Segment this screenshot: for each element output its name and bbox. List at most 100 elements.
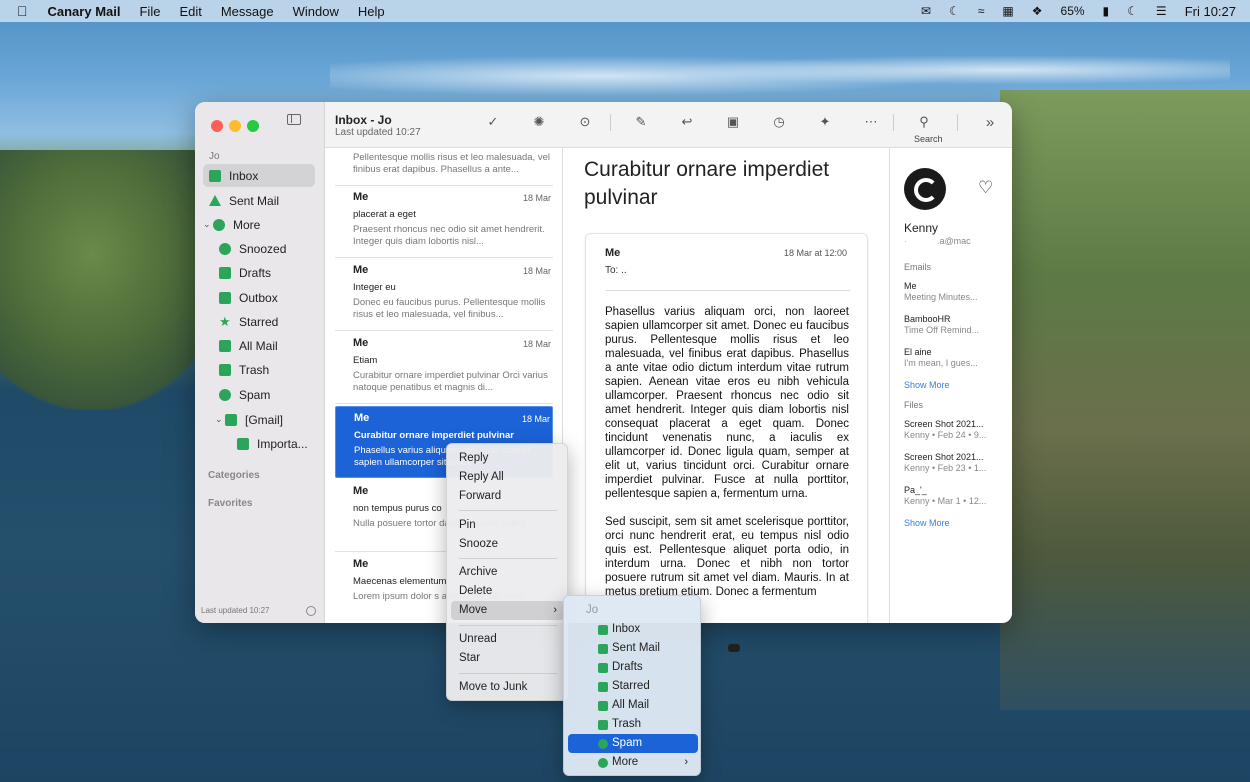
list-item[interactable]: Me 18 Mar Integer eu Donec eu faucibus p… — [335, 259, 553, 331]
menu-item-snooze[interactable]: Snooze — [451, 535, 565, 554]
files-label: Files — [904, 400, 924, 410]
apple-menu-icon[interactable]:  — [17, 3, 28, 19]
heart-icon[interactable]: ♡ — [978, 178, 993, 198]
menu-item-archive[interactable]: Archive — [451, 563, 565, 582]
show-more-files-link[interactable]: Show More — [904, 518, 950, 528]
submenu-item-inbox[interactable]: Inbox — [568, 620, 698, 639]
contact-file-item[interactable]: Pa_'_ Kenny • Mar 1 • 12... — [904, 485, 1004, 507]
menu-item-move[interactable]: Move › — [451, 601, 565, 620]
search-icon[interactable]: ⚲ — [916, 114, 932, 130]
dropbox-icon[interactable]: ❖ — [1032, 4, 1043, 18]
menu-help[interactable]: Help — [358, 4, 385, 19]
sidebar-item-spam[interactable]: Spam — [219, 383, 315, 406]
reply-icon[interactable]: ↩ — [679, 114, 695, 130]
menu-edit[interactable]: Edit — [179, 4, 201, 19]
menu-item-star[interactable]: Star — [451, 649, 565, 668]
file-name: Screen Shot 2021... — [904, 419, 984, 429]
submenu-item-trash[interactable]: Trash — [568, 715, 698, 734]
wallpaper-boat — [728, 644, 740, 652]
contact-email-item[interactable]: El aine I'm mean, I gues... — [904, 347, 1004, 369]
sidebar-item-sent[interactable]: Sent Mail — [203, 189, 315, 212]
menu-item-forward[interactable]: Forward — [451, 487, 565, 506]
menu-item-delete[interactable]: Delete — [451, 582, 565, 601]
sidebar-item-allmail[interactable]: All Mail — [219, 334, 315, 357]
show-more-emails-link[interactable]: Show More — [904, 380, 950, 390]
sidebar-toggle-icon[interactable] — [287, 114, 301, 125]
menu-separator — [459, 673, 557, 674]
menu-item-move-to-junk[interactable]: Move to Junk — [451, 678, 565, 697]
menu-window[interactable]: Window — [293, 4, 339, 19]
sidebar-item-inbox[interactable]: Inbox — [203, 164, 315, 187]
chevron-down-icon[interactable]: ⌄ — [215, 414, 225, 425]
list-item[interactable]: Pellentesque mollis risus et leo malesua… — [335, 148, 553, 186]
folder-icon — [225, 413, 237, 426]
sidebar-item-drafts[interactable]: Drafts — [219, 261, 315, 284]
sidebar-item-important[interactable]: Importa... — [237, 432, 315, 455]
section-categories[interactable]: Categories — [208, 470, 260, 481]
control-center-icon[interactable]: ☰ — [1156, 4, 1167, 18]
checkmark-icon[interactable]: ✓ — [485, 114, 501, 130]
clock[interactable]: Fri 10:27 — [1185, 4, 1236, 19]
archive-icon[interactable]: ▣ — [725, 114, 741, 130]
expand-chevrons-icon[interactable]: » — [982, 114, 998, 131]
contact-email-item[interactable]: BambooHR Time Off Remind... — [904, 314, 1004, 336]
submenu-item-allmail[interactable]: All Mail — [568, 696, 698, 715]
section-favorites[interactable]: Favorites — [208, 498, 252, 509]
menu-item-unread[interactable]: Unread — [451, 630, 565, 649]
search-label[interactable]: Search — [914, 134, 943, 144]
menu-item-pin[interactable]: Pin — [451, 516, 565, 535]
file-meta: Kenny • Feb 24 • 9... — [904, 430, 987, 440]
contact-file-item[interactable]: Screen Shot 2021... Kenny • Feb 23 • 1... — [904, 452, 1004, 474]
sidebar-item-gmail[interactable]: ⌄ [Gmail] — [215, 408, 315, 431]
menu-app-name[interactable]: Canary Mail — [48, 4, 121, 19]
chevron-down-icon[interactable]: ⌄ — [203, 219, 213, 230]
battery-percent[interactable]: 65% — [1061, 4, 1085, 18]
submenu-item-label: All Mail — [612, 699, 650, 711]
list-item[interactable]: Me 18 Mar Etiam Curabitur ornare imperdi… — [335, 332, 553, 404]
sidebar-item-label: More — [233, 217, 261, 232]
mail-status-icon[interactable]: ✉ — [921, 4, 931, 18]
more-icon — [213, 218, 225, 231]
filter-icon[interactable]: ⊙ — [577, 114, 593, 130]
submenu-item-spam[interactable]: Spam — [568, 734, 698, 753]
file-name: Pa_'_ — [904, 485, 927, 495]
menu-message[interactable]: Message — [221, 4, 274, 19]
contact-email-item[interactable]: Me Meeting Minutes... — [904, 281, 1004, 303]
submenu-item-starred[interactable]: Starred — [568, 677, 698, 696]
minimize-button[interactable] — [229, 120, 241, 132]
list-item[interactable]: Me 18 Mar placerat a eget Praesent rhonc… — [335, 186, 553, 258]
sparkle-icon[interactable]: ✺ — [531, 114, 547, 130]
menu-bar:  Canary Mail File Edit Message Window H… — [0, 0, 1250, 22]
zoom-button[interactable] — [247, 120, 259, 132]
contact-file-item[interactable]: Screen Shot 2021... Kenny • Feb 24 • 9... — [904, 419, 1004, 441]
submenu-item-more[interactable]: More › — [568, 753, 698, 772]
trash-icon — [598, 720, 608, 730]
sidebar-item-more[interactable]: ⌄ More — [203, 213, 315, 236]
avatar[interactable] — [904, 168, 946, 210]
sidebar-item-starred[interactable]: ★ Starred — [219, 310, 315, 333]
email-to[interactable]: To: .. — [605, 265, 627, 276]
email-from[interactable]: Me — [605, 247, 620, 259]
menu-item-reply-all[interactable]: Reply All — [451, 468, 565, 487]
wifi-icon[interactable]: ≈ — [978, 4, 985, 18]
submenu-item-sent[interactable]: Sent Mail — [568, 639, 698, 658]
sidebar-item-outbox[interactable]: Outbox — [219, 286, 315, 309]
moon-icon[interactable]: ☾ — [949, 4, 960, 18]
snooze-clock-icon[interactable]: ◷ — [771, 114, 787, 130]
sidebar-item-snoozed[interactable]: Snoozed — [219, 237, 315, 260]
message-from: Me — [353, 191, 369, 203]
pin-icon[interactable]: ✦ — [817, 114, 833, 130]
menu-file[interactable]: File — [139, 4, 160, 19]
focus-moon-icon[interactable]: ☾ — [1127, 4, 1138, 18]
close-button[interactable] — [211, 120, 223, 132]
sidebar-item-trash[interactable]: Trash — [219, 358, 315, 381]
submenu-item-drafts[interactable]: Drafts — [568, 658, 698, 677]
more-options-icon[interactable]: ⋯ — [863, 114, 879, 130]
keyboard-icon[interactable]: ▦ — [1002, 4, 1013, 18]
compose-icon[interactable]: ✎ — [633, 114, 649, 130]
refresh-icon[interactable] — [306, 606, 316, 616]
message-subject: Etiam — [353, 355, 378, 366]
message-preview: Pellentesque mollis risus et leo malesua… — [353, 152, 550, 175]
move-submenu: Jo Inbox Sent Mail Drafts Starred All Ma… — [563, 595, 701, 776]
menu-item-reply[interactable]: Reply — [451, 449, 565, 468]
